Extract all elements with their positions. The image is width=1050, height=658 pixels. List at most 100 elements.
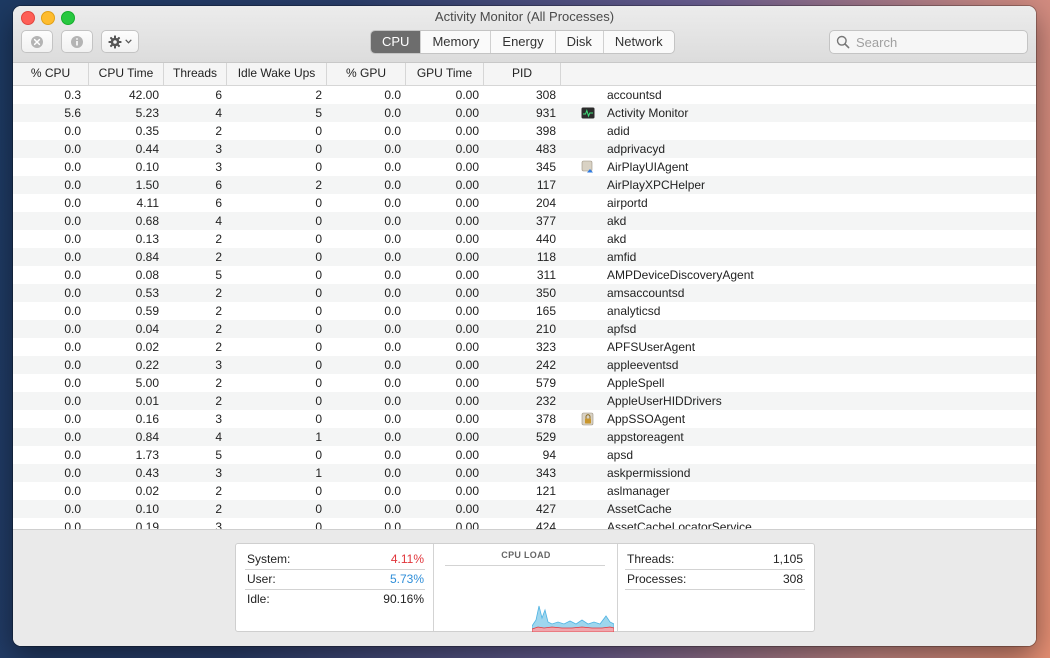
gpu-time-cell: 0.00 — [455, 466, 479, 480]
tab-disk[interactable]: Disk — [556, 31, 604, 53]
cpu-cell: 0.0 — [64, 394, 81, 408]
process-row[interactable]: 0.0 0.53 2 0 0.0 0.00 350 amsaccountsd — [13, 284, 1036, 302]
pid-cell: 121 — [535, 484, 556, 498]
process-row[interactable]: 0.0 0.43 3 1 0.0 0.00 343 askpermissiond — [13, 464, 1036, 482]
threads-value: 1,105 — [772, 552, 803, 566]
process-name-cell: AssetCache — [607, 502, 672, 516]
divider — [625, 569, 805, 570]
column-header-threads[interactable]: Threads — [164, 63, 227, 85]
column-header-row: % CPU CPU Time Threads Idle Wake Ups % G… — [13, 63, 1036, 86]
cpu-cell: 5.6 — [64, 106, 81, 120]
cpu-cell: 0.0 — [64, 124, 81, 138]
gpu-cell: 0.0 — [384, 124, 401, 138]
cpu-cell: 0.0 — [64, 268, 81, 282]
pid-cell: 483 — [535, 142, 556, 156]
gpu-cell: 0.0 — [384, 412, 401, 426]
gpu-cell: 0.0 — [384, 178, 401, 192]
tab-memory[interactable]: Memory — [421, 31, 492, 53]
cpu-cell: 0.0 — [64, 340, 81, 354]
process-row[interactable]: 0.0 5.00 2 0 0.0 0.00 579 AppleSpell — [13, 374, 1036, 392]
process-name-cell: airportd — [607, 196, 648, 210]
cpu-cell: 0.0 — [64, 520, 81, 529]
threads-cell: 2 — [215, 304, 222, 318]
tab-cpu[interactable]: CPU — [371, 31, 422, 53]
gpu-cell: 0.0 — [384, 232, 401, 246]
search-field[interactable] — [829, 30, 1028, 54]
threads-cell: 3 — [215, 520, 222, 529]
process-row[interactable]: 0.0 0.59 2 0 0.0 0.00 165 analyticsd — [13, 302, 1036, 320]
process-row[interactable]: 0.0 0.19 3 0 0.0 0.00 424 AssetCacheLocatorServ… — [13, 518, 1036, 529]
process-row[interactable]: 0.0 0.84 4 1 0.0 0.00 529 appstoreagent — [13, 428, 1036, 446]
pid-cell: 118 — [536, 250, 556, 264]
idle-wake-ups-cell: 0 — [315, 448, 322, 462]
idle-wake-ups-cell: 0 — [315, 232, 322, 246]
gpu-cell: 0.0 — [384, 376, 401, 390]
lock-agent-icon — [581, 412, 595, 426]
process-row[interactable]: 0.0 0.84 2 0 0.0 0.00 118 amfid — [13, 248, 1036, 266]
idle-wake-ups-cell: 0 — [315, 412, 322, 426]
process-row[interactable]: 0.3 42.00 6 2 0.0 0.00 308 accountsd — [13, 86, 1036, 104]
idle-wake-ups-cell: 0 — [315, 196, 322, 210]
gpu-cell: 0.0 — [384, 286, 401, 300]
threads-cell: 2 — [215, 232, 222, 246]
pid-cell: 232 — [535, 394, 556, 408]
gpu-time-cell: 0.00 — [455, 376, 479, 390]
process-row[interactable]: 0.0 1.50 6 2 0.0 0.00 117 AirPlayXPCHelper — [13, 176, 1036, 194]
process-row[interactable]: 0.0 0.02 2 0 0.0 0.00 121 aslmanager — [13, 482, 1036, 500]
idle-wake-ups-cell: 1 — [315, 430, 322, 444]
processes-value: 308 — [782, 572, 803, 586]
column-header-cpu-time[interactable]: CPU Time — [89, 63, 164, 85]
process-row[interactable]: 0.0 0.04 2 0 0.0 0.00 210 apfsd — [13, 320, 1036, 338]
process-row[interactable]: 0.0 0.08 5 0 0.0 0.00 311 AMPDeviceDiscoveryAge… — [13, 266, 1036, 284]
threads-cell: 2 — [215, 376, 222, 390]
idle-wake-ups-cell: 0 — [315, 124, 322, 138]
divider — [245, 569, 425, 570]
process-row[interactable]: 0.0 0.35 2 0 0.0 0.00 398 adid — [13, 122, 1036, 140]
column-header-idle-wake-ups[interactable]: Idle Wake Ups — [227, 63, 327, 85]
column-header-pid[interactable]: PID — [484, 63, 561, 85]
idle-wake-ups-cell: 0 — [315, 286, 322, 300]
gpu-cell: 0.0 — [384, 304, 401, 318]
process-row[interactable]: 0.0 0.68 4 0 0.0 0.00 377 akd — [13, 212, 1036, 230]
column-header-cpu[interactable]: % CPU — [13, 63, 89, 85]
threads-cell: 4 — [215, 214, 222, 228]
process-row[interactable]: 0.0 0.10 2 0 0.0 0.00 427 AssetCache — [13, 500, 1036, 518]
gpu-cell: 0.0 — [384, 160, 401, 174]
airplay-agent-icon — [581, 160, 595, 174]
threads-cell: 3 — [215, 160, 222, 174]
gpu-cell: 0.0 — [384, 268, 401, 282]
user-value: 5.73% — [389, 572, 424, 586]
process-name-cell: AppleSpell — [607, 376, 665, 390]
cpu-cell: 0.0 — [64, 304, 81, 318]
process-row[interactable]: 0.0 0.16 3 0 0.0 0.00 378 AppSSOAgent — [13, 410, 1036, 428]
cpu-cell: 0.0 — [64, 178, 81, 192]
column-header-gpu-time[interactable]: GPU Time — [406, 63, 484, 85]
tab-network[interactable]: Network — [604, 31, 674, 53]
pid-cell: 931 — [535, 106, 556, 120]
process-row[interactable]: 5.6 5.23 4 5 0.0 0.00 931 Activity Monitor — [13, 104, 1036, 122]
cpu-cell: 0.0 — [64, 412, 81, 426]
column-header-gpu[interactable]: % GPU — [327, 63, 406, 85]
process-row[interactable]: 0.0 0.01 2 0 0.0 0.00 232 AppleUserHIDDrivers — [13, 392, 1036, 410]
tab-energy[interactable]: Energy — [491, 31, 556, 53]
pid-cell: 311 — [536, 268, 556, 282]
process-row[interactable]: 0.0 0.10 3 0 0.0 0.00 345 AirPlayUIAgent — [13, 158, 1036, 176]
search-input[interactable] — [856, 34, 1016, 50]
stop-process-button[interactable] — [21, 30, 53, 53]
process-row[interactable]: 0.0 0.22 3 0 0.0 0.00 242 appleeventsd — [13, 356, 1036, 374]
process-name-cell: AirPlayXPCHelper — [607, 178, 706, 192]
inspect-process-button[interactable] — [61, 30, 93, 53]
actions-menu-button[interactable] — [101, 30, 139, 53]
process-row[interactable]: 0.0 4.11 6 0 0.0 0.00 204 airportd — [13, 194, 1036, 212]
threads-label: Threads: — [627, 552, 675, 566]
gpu-time-cell: 0.00 — [455, 520, 479, 529]
threads-cell: 2 — [215, 286, 222, 300]
idle-wake-ups-cell: 1 — [315, 466, 322, 480]
process-row[interactable]: 0.0 0.13 2 0 0.0 0.00 440 akd — [13, 230, 1036, 248]
process-row[interactable]: 0.0 0.02 2 0 0.0 0.00 323 APFSUserAgent — [13, 338, 1036, 356]
process-row[interactable]: 0.0 1.73 5 0 0.0 0.00 94 apsd — [13, 446, 1036, 464]
gpu-cell: 0.0 — [384, 520, 401, 529]
cpu-load-system-area — [532, 626, 614, 632]
process-row[interactable]: 0.0 0.44 3 0 0.0 0.00 483 adprivacyd — [13, 140, 1036, 158]
threads-cell: 2 — [215, 502, 222, 516]
